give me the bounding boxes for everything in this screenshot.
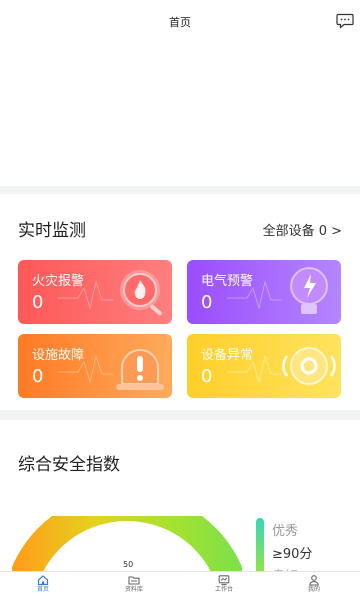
tab-home[interactable]: 首页: [13, 574, 73, 600]
electrical-warning-label: 电气预警: [201, 274, 254, 289]
all-devices-link[interactable]: 全部设备 0 >: [263, 220, 342, 239]
home-icon: [37, 575, 49, 586]
monitor-title: 实时监测: [18, 221, 86, 241]
level-name: 优秀: [272, 524, 299, 539]
page-title: 首页: [169, 16, 191, 29]
bottom-tab-bar: 首页 资料库 工作台 我的: [0, 571, 360, 600]
fire-alarm-count: 0: [32, 292, 44, 313]
device-abnormal-label: 设备异常: [201, 348, 254, 363]
electrical-warning-count: 0: [201, 292, 213, 313]
level-range: ≥90分: [272, 547, 313, 562]
tab-workbench-label: 工作台: [214, 586, 233, 593]
device-abnormal-count: 0: [201, 366, 213, 387]
level-color-bar: [256, 518, 264, 572]
folder-icon: [128, 576, 140, 585]
gauge-tick-label: 50: [123, 560, 134, 569]
safety-index-section: 综合安全指数 50 优秀 ≥90分 良好: [0, 420, 360, 572]
fire-alarm-label: 火灾报警: [32, 274, 85, 289]
tab-mine[interactable]: 我的: [284, 574, 344, 600]
facility-fault-card[interactable]: 设施故障 0: [18, 334, 172, 398]
facility-fault-label: 设施故障: [32, 348, 85, 363]
electrical-warning-card[interactable]: 电气预警 0: [187, 260, 341, 324]
tab-home-label: 首页: [36, 586, 49, 593]
tab-library-label: 资料库: [124, 586, 143, 593]
fire-alarm-card[interactable]: 火灾报警 0: [18, 260, 172, 324]
top-navigation-bar: 首页: [0, 0, 360, 44]
tab-library[interactable]: 资料库: [104, 574, 164, 600]
workbench-icon: [218, 575, 230, 586]
safety-index-title: 综合安全指数: [18, 455, 120, 475]
tab-mine-label: 我的: [307, 586, 320, 593]
facility-fault-count: 0: [32, 366, 44, 387]
device-abnormal-card[interactable]: 设备异常 0: [187, 334, 341, 398]
realtime-monitor-section: 实时监测 全部设备 0 > 火灾报警 0 电气预警 0 设施故障 0 设备异常 …: [0, 194, 360, 410]
tab-workbench[interactable]: 工作台: [194, 574, 254, 600]
banner-area: [0, 44, 360, 186]
chat-bubble-icon[interactable]: [336, 13, 354, 29]
user-icon: [309, 575, 319, 586]
